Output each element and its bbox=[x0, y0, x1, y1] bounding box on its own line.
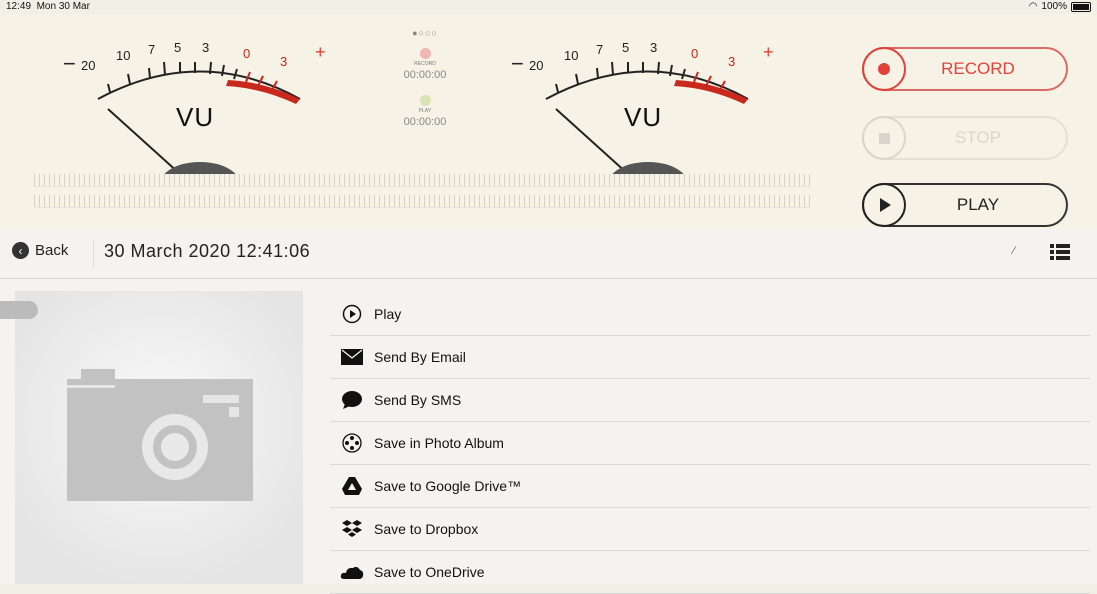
vu-label: VU bbox=[624, 102, 663, 132]
envelope-icon bbox=[340, 347, 364, 367]
tick-label: 3 bbox=[650, 40, 658, 55]
vu-label: VU bbox=[176, 102, 215, 132]
list-view-icon[interactable] bbox=[1050, 244, 1070, 260]
battery-percent: 100% bbox=[1041, 1, 1067, 12]
tick-label: 3 bbox=[202, 40, 210, 55]
google-drive-icon bbox=[340, 476, 364, 496]
stop-button[interactable]: STOP bbox=[862, 116, 1068, 160]
camera-placeholder-icon bbox=[67, 369, 253, 501]
meter-minus: − bbox=[511, 51, 524, 76]
play-button[interactable]: PLAY bbox=[862, 183, 1068, 227]
record-time: 00:00:00 bbox=[403, 69, 447, 81]
tick-label: 5 bbox=[622, 40, 630, 55]
play-time: 00:00:00 bbox=[403, 116, 447, 128]
status-bar: 12:49 Mon 30 Mar ◠ 100% bbox=[0, 0, 1097, 14]
tick-label: 7 bbox=[148, 42, 156, 57]
tick-label: 3 bbox=[280, 54, 288, 69]
record-play-indicator: ●○○○ RECORD 00:00:00 PLAY 00:00:00 bbox=[380, 28, 470, 178]
tick-label: 0 bbox=[691, 46, 699, 61]
recorder-panel: − 20 10 7 5 3 0 3 + VU ●○○○ RECORD 00:00… bbox=[0, 14, 1097, 228]
edit-pencil-icon[interactable]: ⁄ bbox=[1013, 245, 1015, 257]
battery-icon bbox=[1071, 1, 1091, 12]
action-save-google-drive[interactable]: Save to Google Drive™ bbox=[330, 465, 1090, 508]
wifi-icon: ◠ bbox=[1028, 1, 1038, 12]
record-label: RECORD bbox=[414, 61, 436, 67]
page-dots[interactable]: ●○○○ bbox=[380, 28, 470, 38]
film-reel-icon bbox=[340, 433, 364, 453]
action-save-dropbox[interactable]: Save to Dropbox bbox=[330, 508, 1090, 551]
tick-label: 7 bbox=[596, 42, 604, 57]
nav-bar: ‹ Back 30 March 2020 12:41:06 ⁄ bbox=[0, 228, 1097, 279]
meter-minus: − bbox=[63, 51, 76, 76]
tape-scale bbox=[34, 174, 810, 214]
play-label: PLAY bbox=[418, 108, 432, 114]
play-circle-icon bbox=[340, 304, 364, 324]
record-icon bbox=[862, 47, 906, 91]
tick-label: 3 bbox=[728, 54, 736, 69]
record-led bbox=[419, 48, 431, 59]
play-icon bbox=[862, 183, 906, 227]
side-tab[interactable] bbox=[0, 301, 38, 319]
back-label: Back bbox=[35, 242, 69, 259]
stop-icon bbox=[862, 116, 906, 160]
action-send-sms[interactable]: Send By SMS bbox=[330, 379, 1090, 422]
recording-detail: Play Send By Email Send By SMS Save in P… bbox=[0, 279, 1097, 594]
tick-label: 0 bbox=[243, 46, 251, 61]
action-send-email[interactable]: Send By Email bbox=[330, 336, 1090, 379]
onedrive-icon bbox=[340, 562, 364, 582]
divider bbox=[93, 240, 94, 268]
vu-meter-right: − 20 10 7 5 3 0 3 + VU bbox=[498, 24, 798, 174]
play-led bbox=[419, 95, 431, 106]
share-actions-list: Play Send By Email Send By SMS Save in P… bbox=[330, 293, 1090, 594]
meter-plus: + bbox=[315, 42, 326, 62]
record-button[interactable]: RECORD bbox=[862, 47, 1068, 91]
status-time: 12:49 Mon 30 Mar bbox=[6, 1, 90, 12]
status-right: ◠ 100% bbox=[1029, 1, 1091, 12]
meter-plus: + bbox=[763, 42, 774, 62]
back-button[interactable]: ‹ Back bbox=[12, 242, 68, 259]
back-arrow-icon: ‹ bbox=[12, 242, 29, 259]
tick-label: 20 bbox=[81, 58, 96, 73]
speech-bubble-icon bbox=[340, 390, 364, 410]
action-save-photo-album[interactable]: Save in Photo Album bbox=[330, 422, 1090, 465]
action-play[interactable]: Play bbox=[330, 293, 1090, 336]
tick-label: 5 bbox=[174, 40, 182, 55]
recording-thumbnail bbox=[15, 291, 303, 584]
tick-label: 10 bbox=[564, 48, 579, 63]
tick-label: 10 bbox=[116, 48, 131, 63]
tick-label: 20 bbox=[529, 58, 544, 73]
action-save-onedrive[interactable]: Save to OneDrive bbox=[330, 551, 1090, 594]
recording-title: 30 March 2020 12:41:06 bbox=[104, 241, 311, 261]
vu-meter-left: − 20 10 7 5 3 0 3 + VU bbox=[50, 24, 350, 174]
dropbox-icon bbox=[340, 519, 364, 539]
